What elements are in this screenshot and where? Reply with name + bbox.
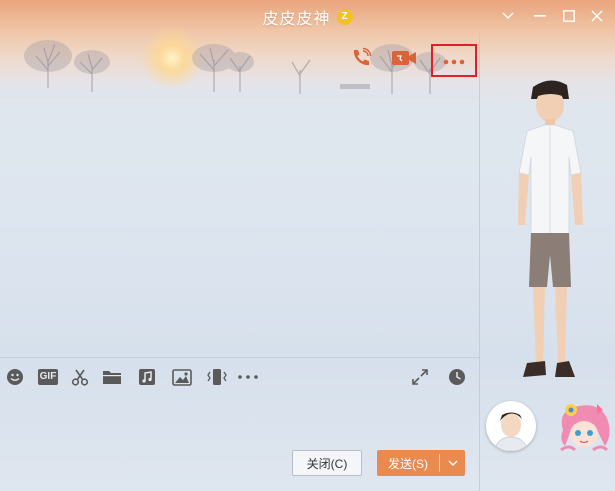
input-divider [0, 357, 480, 358]
maximize-icon[interactable] [557, 4, 581, 28]
send-options-chevron-icon[interactable] [440, 460, 465, 467]
gif-icon[interactable]: GIF [36, 366, 60, 388]
voice-call-button[interactable] [347, 46, 375, 74]
title-group: 皮皮皮神 Z [0, 0, 615, 33]
more-dots-icon [443, 52, 465, 70]
image-icon[interactable] [171, 366, 193, 388]
avatar-3d-male[interactable] [505, 75, 595, 387]
send-button[interactable]: 发送(S) [377, 450, 465, 476]
chat-window: 皮皮皮神 Z GIF 关闭(C) 发送(S) [0, 0, 615, 491]
vip-badge-icon[interactable]: Z [336, 8, 353, 25]
more-dots-icon[interactable] [237, 366, 259, 388]
music-icon[interactable] [136, 366, 158, 388]
gif-label: GIF [37, 369, 59, 385]
close-icon[interactable] [585, 4, 609, 28]
send-button-label: 发送(S) [388, 456, 428, 471]
vibrate-icon[interactable] [204, 366, 230, 388]
title-bar[interactable]: 皮皮皮神 Z [0, 0, 615, 33]
chevron-down-icon[interactable] [496, 4, 520, 28]
sidebar-divider [479, 33, 480, 491]
avatar-small[interactable] [486, 401, 536, 451]
phone-call-icon [350, 47, 372, 74]
message-area[interactable] [0, 90, 479, 356]
video-call-button[interactable] [390, 46, 418, 74]
message-input[interactable] [0, 395, 479, 445]
window-title: 皮皮皮神 [262, 10, 331, 28]
emoji-icon[interactable] [4, 366, 26, 388]
pet-anime-character[interactable] [553, 400, 615, 458]
expand-icon[interactable] [409, 366, 431, 388]
scissors-icon[interactable] [69, 366, 91, 388]
close-button[interactable]: 关闭(C) [292, 450, 362, 476]
video-camera-icon [391, 48, 417, 73]
history-clock-icon[interactable] [446, 366, 468, 388]
folder-icon[interactable] [101, 366, 123, 388]
more-button[interactable] [440, 47, 468, 75]
minimize-icon[interactable] [528, 4, 552, 28]
close-button-label: 关闭(C) [306, 456, 348, 471]
